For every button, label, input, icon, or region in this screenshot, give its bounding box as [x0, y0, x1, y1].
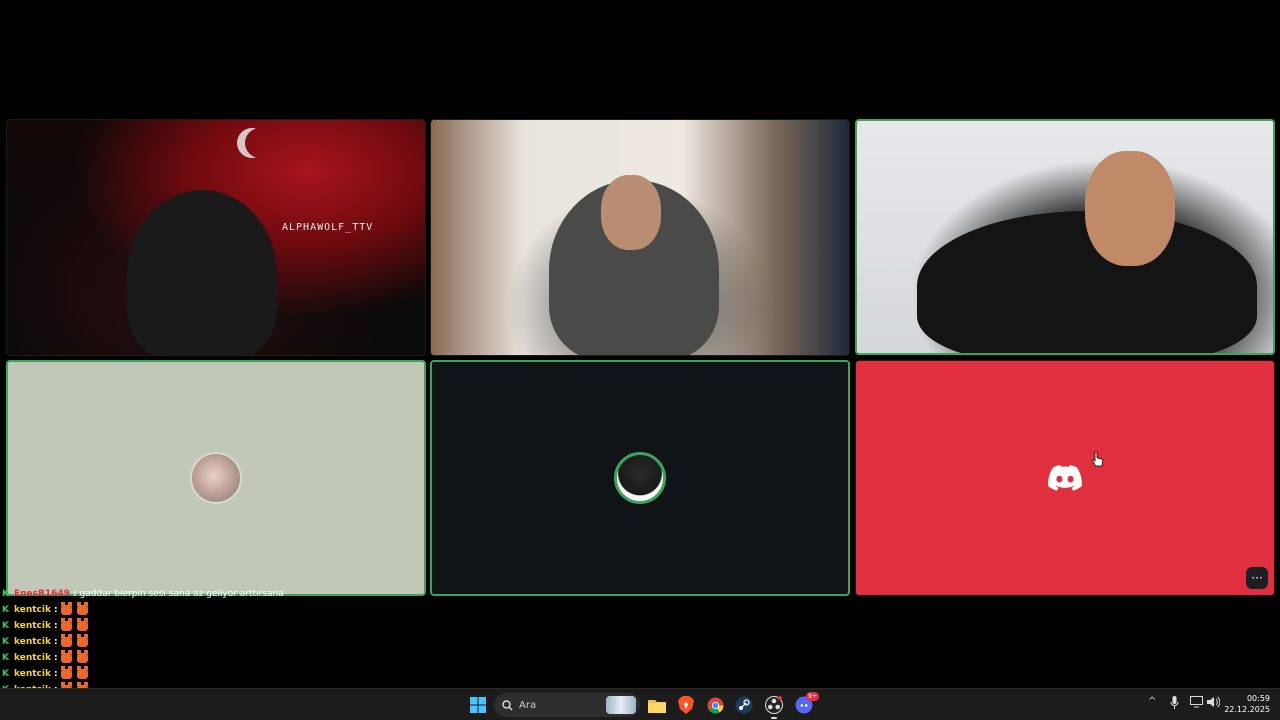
clock-date: 22.12.2025 [1224, 705, 1270, 714]
system-clock[interactable]: 00:59 22.12.2025 [1224, 693, 1270, 715]
notification-badge: 9+ [806, 692, 819, 701]
flag-decoration [245, 128, 275, 158]
chat-text: gaddar bierpin sesi sana az geliyor artt… [79, 589, 284, 599]
chat-username: kentcik [14, 669, 51, 679]
steam-icon[interactable] [734, 695, 754, 715]
display-icon[interactable] [1190, 696, 1203, 711]
taskbar-search-input[interactable]: Ara [494, 693, 640, 717]
chat-separator: : [53, 605, 58, 615]
platform-badge-icon: K [2, 637, 9, 647]
cat-emote-icon [60, 618, 72, 631]
chat-separator: : [53, 669, 58, 679]
video-tile-2[interactable] [430, 119, 850, 356]
cat-emote-icon [60, 650, 72, 663]
chevron-up-icon[interactable]: ^ [1148, 696, 1156, 707]
more-options-button[interactable]: ··· [1246, 567, 1268, 589]
chat-username: kentcik [14, 653, 51, 663]
windows-taskbar: Ara 9+ ^ 00:59 22.12.2025 [0, 688, 1280, 720]
windows-start-icon[interactable] [468, 695, 488, 715]
chrome-icon[interactable] [705, 695, 725, 715]
cat-emote-icon [60, 666, 72, 679]
participant-video-1 [127, 190, 277, 355]
cat-emote-icon [60, 634, 72, 647]
clock-time: 00:59 [1246, 694, 1270, 703]
chat-separator: : [53, 637, 58, 647]
discord-icon [1048, 465, 1082, 491]
search-highlight-image [606, 696, 636, 714]
screen-tile-6[interactable]: ··· [855, 360, 1275, 596]
cat-emote-icon [76, 618, 88, 631]
platform-badge-icon: K [2, 589, 9, 599]
chat-separator: : [72, 589, 77, 599]
chat-message: K EnesB1649: gaddar bierpin sesi sana az g… [2, 586, 332, 602]
platform-badge-icon: K [2, 669, 9, 679]
search-placeholder: Ara [519, 699, 537, 711]
user-avatar [614, 452, 666, 504]
cat-emote-icon [60, 602, 72, 615]
chat-username: kentcik [14, 621, 51, 631]
chat-message: Kkentcik: [2, 634, 332, 650]
platform-badge-icon: K [2, 605, 9, 615]
video-tile-1[interactable]: ALPHAWOLF_TTV [6, 119, 426, 356]
microphone-icon[interactable] [1170, 696, 1179, 712]
running-indicator [771, 717, 777, 719]
platform-badge-icon: K [2, 653, 9, 663]
cat-emote-icon [76, 666, 88, 679]
search-icon [502, 699, 513, 710]
chat-message: Kkentcik: [2, 602, 332, 618]
chat-separator: : [53, 653, 58, 663]
participant-head-3 [1085, 151, 1175, 266]
cat-emote-icon [76, 602, 88, 615]
chat-username: kentcik [14, 637, 51, 647]
mouse-cursor-icon [1092, 451, 1104, 467]
chat-username: kentcik [14, 605, 51, 615]
participant-head-2 [601, 175, 661, 250]
chat-separator: : [53, 621, 58, 631]
file-explorer-icon[interactable] [647, 695, 667, 715]
chat-overlay: K EnesB1649: gaddar bierpin sesi sana az g… [2, 586, 332, 698]
avatar-tile-5[interactable] [430, 360, 850, 596]
discord-taskbar-icon[interactable]: 9+ [794, 692, 819, 715]
speaker-icon[interactable] [1207, 696, 1221, 711]
brave-icon[interactable] [676, 695, 696, 715]
chat-username: EnesB1649 [14, 589, 70, 599]
user-avatar [190, 452, 242, 504]
obs-icon[interactable] [764, 695, 784, 719]
chat-message: Kkentcik: [2, 618, 332, 634]
platform-badge-icon: K [2, 621, 9, 631]
cat-emote-icon [76, 634, 88, 647]
chat-message: Kkentcik: [2, 666, 332, 682]
video-tile-3[interactable] [855, 119, 1275, 355]
chat-message: Kkentcik: [2, 650, 332, 666]
avatar-tile-4[interactable] [6, 360, 426, 596]
cat-emote-icon [76, 650, 88, 663]
stream-overlay-text: ALPHAWOLF_TTV [282, 222, 374, 233]
